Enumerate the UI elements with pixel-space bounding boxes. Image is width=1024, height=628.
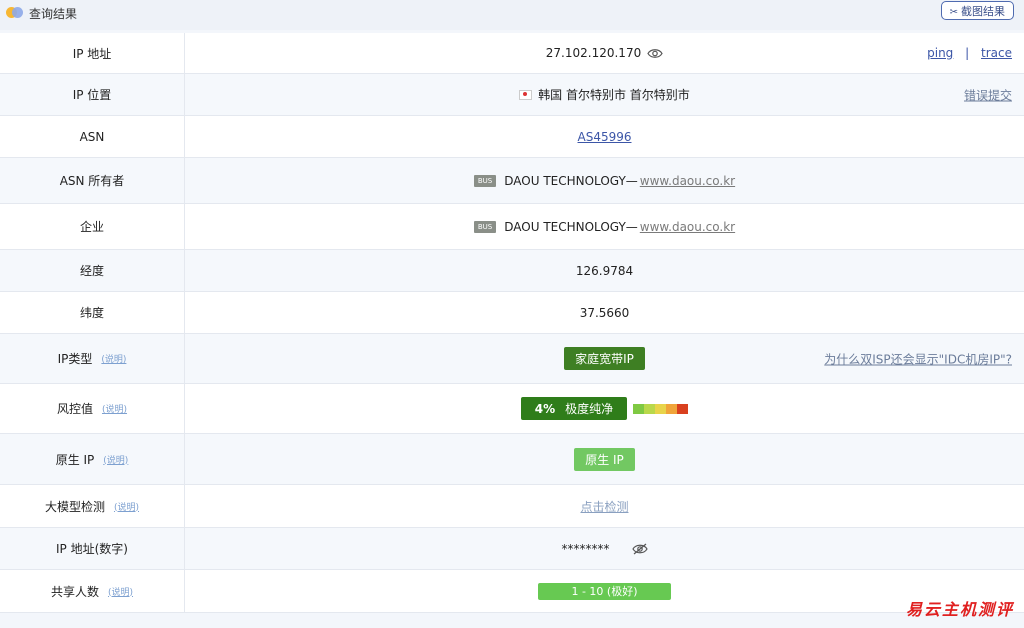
page-title: 查询结果 [29, 7, 78, 21]
label-asn: ASN [0, 116, 185, 157]
app-logo-icon [6, 7, 24, 21]
label-longitude: 经度 [0, 250, 185, 291]
korea-flag-icon [519, 89, 533, 100]
risk-badge: 4% 极度纯净 [520, 397, 628, 420]
share-badge: 1 - 10 (极好) [538, 582, 671, 600]
llm-help-link[interactable]: (说明) [114, 500, 139, 513]
table-row-asn: ASN AS45996 [0, 116, 1024, 158]
table-row-llm: 大模型检测 (说明) 点击检测 [0, 485, 1024, 528]
result-table: IP 地址 27.102.120.170 ping | trace IP 位置 … [0, 33, 1024, 613]
ping-link[interactable]: ping [927, 46, 953, 60]
watermark-text: 易云主机测评 [905, 600, 1014, 619]
native-help-link[interactable]: (说明) [103, 453, 128, 466]
table-row-location: IP 位置 韩国 首尔特别市 首尔特别市 错误提交 [0, 74, 1024, 116]
label-company: 企业 [0, 204, 185, 249]
table-row-company: 企业 BUS DAOU TECHNOLOGY— www.daou.co.kr [0, 204, 1024, 250]
business-tag: BUS [473, 220, 497, 233]
label-ip: IP 地址 [0, 33, 185, 73]
asn-owner-site-link[interactable]: www.daou.co.kr [640, 174, 735, 188]
risk-bar-segment [633, 403, 645, 414]
scissors-icon: ✂ [949, 7, 958, 18]
native-badge: 原生 IP [574, 447, 635, 471]
idc-question-link[interactable]: 为什么双ISP还会显示"IDC机房IP"? [824, 352, 1012, 366]
label-ip-numeric: IP 地址(数字) [0, 528, 185, 569]
latitude-value: 37.5660 [579, 305, 630, 320]
llm-detect-link[interactable]: 点击检测 [580, 498, 628, 515]
asn-link[interactable]: AS45996 [578, 130, 632, 144]
label-llm: 大模型检测 [44, 499, 105, 514]
table-row-share: 共享人数 (说明) 1 - 10 (极好) [0, 570, 1024, 613]
label-asn-owner: ASN 所有者 [0, 158, 185, 203]
business-tag: BUS [473, 174, 497, 187]
ip-numeric-value: ******** [561, 541, 610, 556]
table-row-risk: 风控值 (说明) 4% 极度纯净 [0, 384, 1024, 434]
location-value: 韩国 首尔特别市 首尔特别市 [538, 88, 690, 102]
label-ip-type: IP类型 [57, 352, 93, 366]
ip-value: 27.102.120.170 [545, 46, 642, 60]
table-row-ip-type: IP类型 (说明) 家庭宽带IP 为什么双ISP还会显示"IDC机房IP"? [0, 334, 1024, 384]
table-row-ip-numeric: IP 地址(数字) ******** [0, 528, 1024, 570]
trace-link[interactable]: trace [981, 46, 1012, 60]
risk-help-link[interactable]: (说明) [102, 402, 127, 415]
label-latitude: 纬度 [0, 292, 185, 333]
report-error-link[interactable]: 错误提交 [964, 88, 1012, 102]
table-row-native: 原生 IP (说明) 原生 IP [0, 434, 1024, 485]
risk-color-bar [633, 403, 689, 414]
longitude-value: 126.9784 [575, 263, 634, 278]
risk-bar-segment [666, 403, 678, 414]
table-row-latitude: 纬度 37.5660 [0, 292, 1024, 334]
label-risk: 风控值 [56, 402, 93, 416]
share-help-link[interactable]: (说明) [108, 585, 133, 598]
table-row-asn-owner: ASN 所有者 BUS DAOU TECHNOLOGY— www.daou.co… [0, 158, 1024, 204]
label-native: 原生 IP [55, 452, 95, 467]
eye-icon[interactable] [647, 48, 663, 59]
ip-type-help-link[interactable]: (说明) [101, 352, 126, 365]
screenshot-button[interactable]: ✂ 截图结果 [940, 1, 1014, 20]
top-bar: 查询结果 ✂ 截图结果 [0, 0, 1024, 30]
risk-bar-segment [677, 403, 689, 414]
asn-owner-name: DAOU TECHNOLOGY— [504, 173, 638, 188]
table-row-longitude: 经度 126.9784 [0, 250, 1024, 292]
eye-off-icon[interactable] [631, 543, 648, 555]
risk-bar-segment [655, 403, 667, 414]
risk-bar-segment [644, 403, 656, 414]
company-name: DAOU TECHNOLOGY— [504, 219, 638, 234]
table-row-ip: IP 地址 27.102.120.170 ping | trace [0, 33, 1024, 74]
label-location: IP 位置 [0, 74, 185, 115]
ip-type-badge: 家庭宽带IP [564, 347, 645, 370]
label-share: 共享人数 [50, 584, 99, 599]
company-site-link[interactable]: www.daou.co.kr [640, 220, 735, 234]
